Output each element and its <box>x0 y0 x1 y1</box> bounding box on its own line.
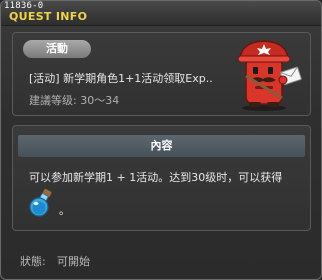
mailbox-npc-icon <box>237 40 302 111</box>
quest-description: 可以参加新学期1 + 1活动。达到30级时，可以获得 <box>29 171 283 184</box>
blue-potion-icon[interactable] <box>27 188 57 218</box>
quest-summary-panel: 活動 [活动] 新学期角色1+1活动领取Exp.. 建議等级: 30～34 <box>12 32 311 116</box>
window-title: QUEST INFO <box>9 10 88 23</box>
quest-info-window: 11836-0 QUEST INFO 活動 [活动] 新学期角色1+1活动领取E… <box>0 0 322 280</box>
status-label: 狀態: <box>20 255 46 268</box>
description-end: 。 <box>59 204 70 217</box>
title-bar[interactable]: 11836-0 QUEST INFO <box>1 1 321 26</box>
level-requirement: 建議等级: 30～34 <box>29 94 120 107</box>
quest-name: [活动] 新学期角色1+1活动领取Exp.. <box>29 72 213 85</box>
category-badge: 活動 <box>23 40 91 58</box>
status-value: 可開始 <box>57 255 90 268</box>
content-header: 內容 <box>18 135 305 157</box>
quest-content-panel: 內容 可以参加新学期1 + 1活动。达到30级时，可以获得 。 <box>12 125 311 231</box>
